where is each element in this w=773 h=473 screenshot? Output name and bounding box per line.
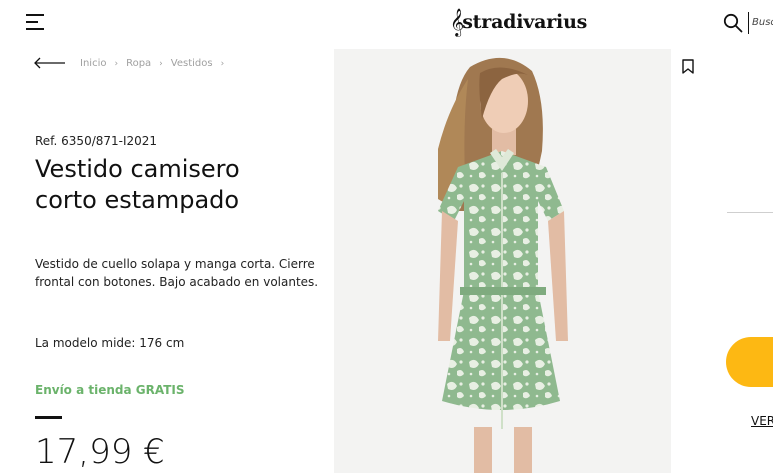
add-to-cart-button[interactable] [726,337,773,387]
price-divider [35,416,62,419]
logo-text: stradivarius [462,11,588,33]
product-title-line-1: Vestido camisero [35,155,240,183]
ver-link[interactable]: VER [751,414,773,428]
hamburger-menu-icon[interactable] [26,14,46,32]
arrow-left-icon[interactable] [34,57,66,69]
product-price: 17,99 € [35,432,165,472]
side-divider [727,212,773,213]
breadcrumb-inicio[interactable]: Inicio [80,58,106,69]
product-reference: Ref. 6350/871-I2021 [35,134,158,148]
search-icon[interactable] [723,13,743,33]
chevron-right-icon: › [220,58,225,69]
chevron-right-icon: › [159,58,163,69]
stradivarius-logo[interactable]: 𝄞 stradivarius [450,8,587,36]
breadcrumb-ropa[interactable]: Ropa [126,58,151,69]
breadcrumb: Inicio › Ropa › Vestidos › [80,58,232,69]
product-image[interactable] [334,49,671,473]
shipping-info: Envío a tienda GRATIS [35,383,185,397]
bookmark-icon[interactable] [681,59,695,75]
breadcrumb-vestidos[interactable]: Vestidos [171,58,213,69]
search-input[interactable]: Busca [748,12,773,34]
chevron-right-icon: › [114,58,119,69]
product-title-line-2: corto estampado [35,186,240,214]
model-photo-illustration [438,57,568,473]
product-title: Vestido camisero corto estampado [35,154,325,216]
product-description: Vestido de cuello solapa y manga corta. … [35,257,319,289]
model-height: La modelo mide: 176 cm [35,336,185,350]
